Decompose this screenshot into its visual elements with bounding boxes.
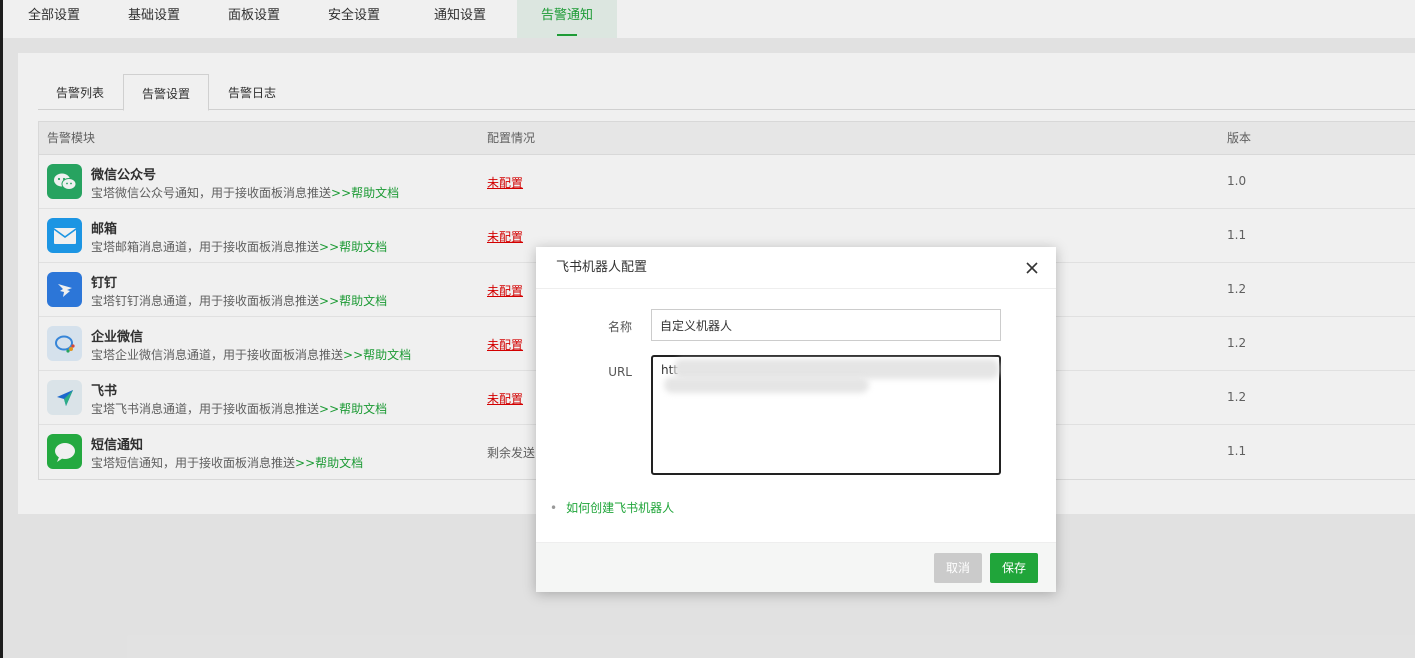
feishu-config-dialog: 飞书机器人配置 名称 URL htt •如何创建飞书机器人 取消 保存 [536,247,1056,592]
bullet-icon: • [550,501,558,515]
name-label: 名称 [607,320,632,334]
howto-create-link[interactable]: 如何创建飞书机器人 [566,501,674,515]
redacted-url-overlay [674,359,999,379]
cancel-button[interactable]: 取消 [934,553,982,583]
close-icon[interactable] [1022,258,1042,278]
dialog-footer: 取消 保存 [536,542,1056,592]
url-label: URL [608,365,632,379]
dialog-title: 飞书机器人配置 [556,260,648,275]
howto-link-item: • 如何创建飞书机器人 [550,499,674,516]
redacted-url-overlay [664,377,869,393]
save-button[interactable]: 保存 [990,553,1038,583]
name-input[interactable] [651,309,1001,341]
dialog-header: 飞书机器人配置 [536,247,1056,289]
